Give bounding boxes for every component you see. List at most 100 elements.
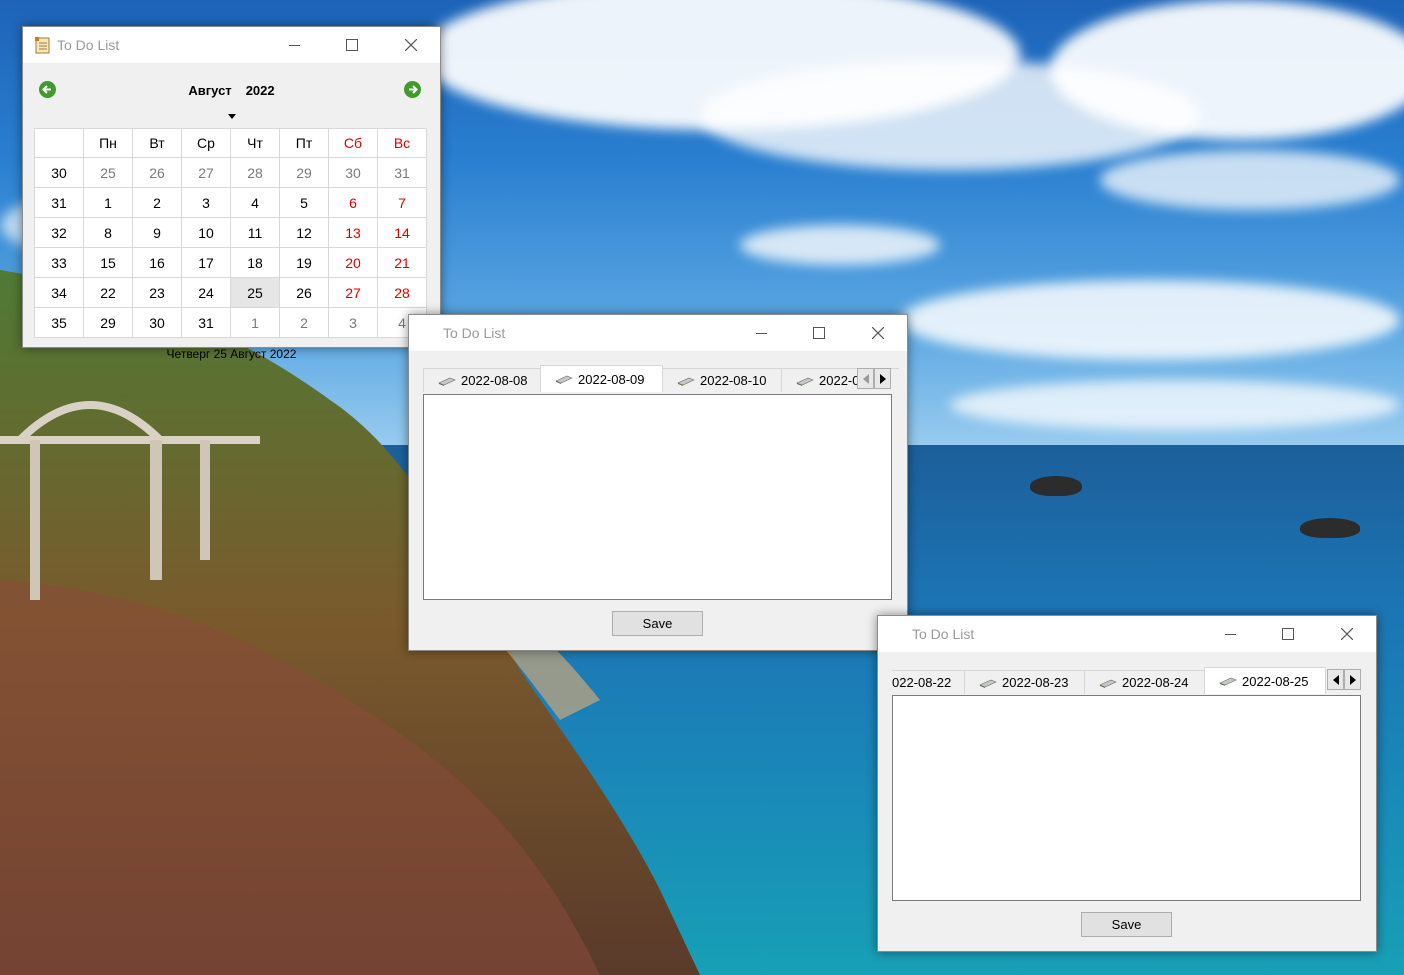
day-cell[interactable]: 14: [377, 217, 427, 248]
minimize-button[interactable]: [1201, 616, 1259, 652]
minimize-button[interactable]: [265, 27, 323, 63]
date-tab-bar: 022-08-22 2022-08-23 2022-08-24 2022-08-…: [892, 667, 1368, 694]
calendar-window: To Do List Август 2022 Пн Вт Ср Чт Пт Сб…: [22, 26, 441, 361]
disk-icon: [555, 375, 573, 384]
year-selector[interactable]: 2022: [246, 83, 275, 98]
day-cell[interactable]: 13: [328, 217, 378, 248]
date-tab-bar: 2022-08-08 2022-08-09 2022-08-10 2022-0: [423, 365, 899, 392]
day-cell[interactable]: 30: [132, 307, 182, 338]
tab-scroll-left-button[interactable]: [1327, 669, 1344, 690]
day-cell[interactable]: 28: [377, 277, 427, 308]
save-button[interactable]: Save: [1081, 912, 1172, 937]
date-tab[interactable]: 022-08-22: [892, 670, 965, 694]
maximize-button[interactable]: [790, 315, 848, 351]
day-cell[interactable]: 5: [279, 187, 329, 218]
day-cell[interactable]: 24: [181, 277, 231, 308]
day-cell[interactable]: 10: [181, 217, 231, 248]
day-cell[interactable]: 16: [132, 247, 182, 278]
day-cell[interactable]: 2: [279, 307, 329, 338]
day-cell[interactable]: 17: [181, 247, 231, 278]
day-cell[interactable]: 20: [328, 247, 378, 278]
weekday-header: Ср: [181, 128, 231, 158]
day-cell[interactable]: 1: [230, 307, 280, 338]
disk-icon: [979, 679, 997, 688]
month-selector[interactable]: Август: [188, 83, 231, 98]
day-cell[interactable]: 21: [377, 247, 427, 278]
day-cell[interactable]: 8: [83, 217, 133, 248]
day-cell[interactable]: 7: [377, 187, 427, 218]
title-bar[interactable]: To Do List: [878, 616, 1376, 652]
day-cell[interactable]: 26: [279, 277, 329, 308]
day-cell[interactable]: 30: [328, 157, 378, 188]
calendar-week-row: 35 29 30 31 1 2 3 4: [34, 307, 427, 338]
triangle-right-icon: [1349, 674, 1356, 685]
day-cell[interactable]: 11: [230, 217, 280, 248]
date-tab[interactable]: 2022-08-23: [964, 670, 1085, 694]
close-button[interactable]: [1318, 616, 1376, 652]
day-cell[interactable]: 29: [279, 157, 329, 188]
weekday-header: Пн: [83, 128, 133, 158]
day-cell[interactable]: 25: [83, 157, 133, 188]
day-cell[interactable]: 29: [83, 307, 133, 338]
minimize-button[interactable]: [732, 315, 790, 351]
todo-window: To Do List 022-08-22 2022-08-23 2022-08-…: [877, 615, 1377, 952]
week-number: 35: [34, 307, 84, 338]
title-bar[interactable]: To Do List: [409, 315, 907, 351]
day-cell[interactable]: 27: [181, 157, 231, 188]
weekday-header: Чт: [230, 128, 280, 158]
day-cell[interactable]: 27: [328, 277, 378, 308]
day-cell[interactable]: 22: [83, 277, 133, 308]
day-cell[interactable]: 4: [230, 187, 280, 218]
week-number: 30: [34, 157, 84, 188]
tab-scroll-right-button[interactable]: [1344, 669, 1361, 690]
disk-icon: [438, 377, 456, 386]
weekday-header-row: Пн Вт Ср Чт Пт Сб Вс: [34, 128, 427, 158]
disk-icon: [677, 377, 695, 386]
date-tab[interactable]: 2022-08-24: [1084, 670, 1205, 694]
day-cell[interactable]: 1: [83, 187, 133, 218]
day-cell[interactable]: 3: [328, 307, 378, 338]
tab-label: 2022-08-08: [461, 373, 528, 388]
tab-scroll-left-button[interactable]: [857, 368, 874, 389]
day-cell[interactable]: 28: [230, 157, 280, 188]
window-title: To Do List: [912, 626, 975, 642]
month-dropdown-icon: [228, 114, 236, 119]
day-cell[interactable]: 15: [83, 247, 133, 278]
date-tab-active[interactable]: 2022-08-25: [1204, 667, 1326, 694]
date-tab-active[interactable]: 2022-08-09: [540, 365, 663, 392]
day-cell[interactable]: 23: [132, 277, 182, 308]
calendar-week-row: 34 22 23 24 25 26 27 28: [34, 277, 427, 308]
triangle-left-icon: [862, 373, 869, 384]
day-cell[interactable]: 26: [132, 157, 182, 188]
note-textarea[interactable]: [423, 394, 892, 600]
title-bar[interactable]: To Do List: [23, 27, 440, 63]
maximize-button[interactable]: [1259, 616, 1317, 652]
close-button[interactable]: [849, 315, 907, 351]
maximize-button[interactable]: [323, 27, 381, 63]
calendar-week-row: 33 15 16 17 18 19 20 21: [34, 247, 427, 278]
day-cell[interactable]: 31: [181, 307, 231, 338]
day-cell[interactable]: 12: [279, 217, 329, 248]
weekday-header: Вт: [132, 128, 182, 158]
day-cell[interactable]: 2: [132, 187, 182, 218]
day-cell[interactable]: 19: [279, 247, 329, 278]
day-cell[interactable]: 18: [230, 247, 280, 278]
date-tab[interactable]: 2022-08-10: [662, 368, 782, 392]
calendar-grid: Пн Вт Ср Чт Пт Сб Вс 30 25 26 27 28 29 3…: [34, 128, 427, 338]
day-cell[interactable]: 31: [377, 157, 427, 188]
tab-label: 2022-08-25: [1242, 673, 1309, 689]
selected-day-cell[interactable]: 25: [230, 277, 280, 308]
day-cell[interactable]: 6: [328, 187, 378, 218]
close-icon: [1341, 628, 1353, 640]
disk-icon: [1219, 677, 1237, 686]
save-button[interactable]: Save: [612, 611, 703, 636]
close-icon: [872, 327, 884, 339]
day-cell[interactable]: 3: [181, 187, 231, 218]
week-number: 31: [34, 187, 84, 218]
date-tab[interactable]: 2022-08-08: [423, 368, 541, 392]
close-button[interactable]: [382, 27, 440, 63]
day-cell[interactable]: 9: [132, 217, 182, 248]
weekday-header: Пт: [279, 128, 329, 158]
note-textarea[interactable]: [892, 695, 1361, 901]
tab-scroll-right-button[interactable]: [874, 368, 891, 389]
